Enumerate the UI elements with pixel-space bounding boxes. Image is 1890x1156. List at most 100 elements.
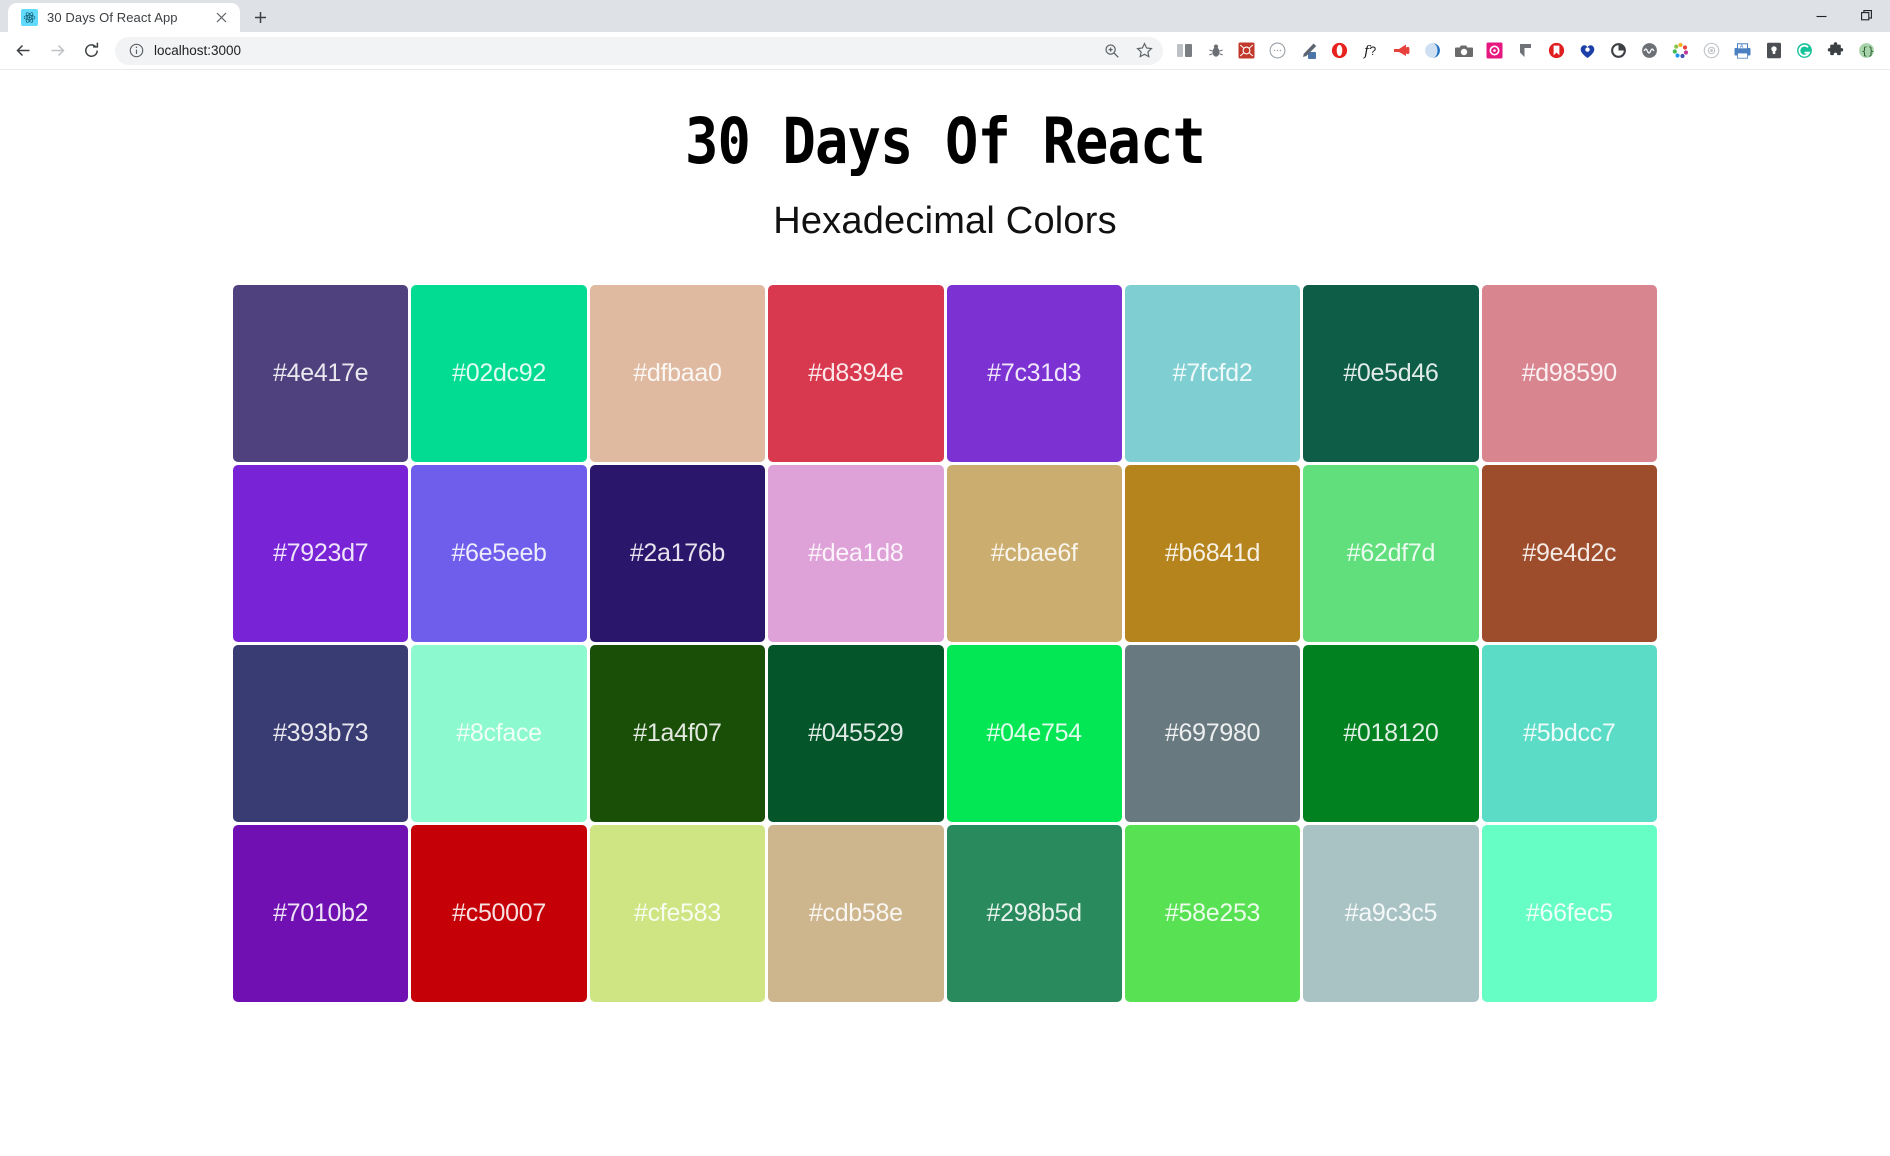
svg-text:{}: {} <box>1861 45 1874 58</box>
color-swatch[interactable]: #62df7d <box>1303 465 1478 642</box>
blue-circle-icon[interactable] <box>1417 35 1448 66</box>
color-hex-label: #8cface <box>456 719 541 748</box>
color-hex-label: #7923d7 <box>273 539 368 568</box>
close-icon[interactable] <box>212 8 231 27</box>
color-swatch[interactable]: #7c31d3 <box>947 285 1122 462</box>
color-swatch[interactable]: #4e417e <box>233 285 408 462</box>
color-swatch[interactable]: #045529 <box>768 645 943 822</box>
zoom-icon[interactable] <box>1103 42 1121 60</box>
reading-list-icon[interactable] <box>1169 35 1200 66</box>
color-picker-icon[interactable] <box>1293 35 1324 66</box>
color-swatch[interactable]: #2a176b <box>590 465 765 642</box>
color-hex-label: #018120 <box>1343 719 1438 748</box>
color-swatch[interactable]: #b6841d <box>1125 465 1300 642</box>
color-swatch[interactable]: #5bdcc7 <box>1482 645 1657 822</box>
color-hex-label: #045529 <box>808 719 903 748</box>
red-bookmark-icon[interactable] <box>1541 35 1572 66</box>
color-swatch[interactable]: #1a4f07 <box>590 645 765 822</box>
react-app-root: 30 Days Of React Hexadecimal Colors #4e4… <box>0 70 1890 1002</box>
megaphone-icon[interactable] <box>1386 35 1417 66</box>
printer-icon[interactable]: A <box>1727 35 1758 66</box>
page-title: 30 Days Of React <box>113 106 1776 178</box>
color-swatch[interactable]: #c50007 <box>411 825 586 1002</box>
color-hex-label: #cdb58e <box>809 899 903 928</box>
color-hex-label: #5bdcc7 <box>1523 719 1615 748</box>
new-tab-button[interactable] <box>244 3 277 32</box>
color-swatch[interactable]: #dfbaa0 <box>590 285 765 462</box>
color-hex-label: #b6841d <box>1165 539 1260 568</box>
target-circle-icon[interactable] <box>1696 35 1727 66</box>
color-hex-label: #66fec5 <box>1526 899 1613 928</box>
color-swatch[interactable]: #697980 <box>1125 645 1300 822</box>
hexadecimal-color-grid: #4e417e #02dc92 #dfbaa0 #d8394e #7c31d3#7fcf… <box>233 285 1657 1002</box>
star-icon[interactable] <box>1135 42 1153 60</box>
color-swatch[interactable]: #04e754 <box>947 645 1122 822</box>
color-swatch[interactable]: #66fec5 <box>1482 825 1657 1002</box>
grammarly-g-icon[interactable] <box>1789 35 1820 66</box>
color-hex-label: #dfbaa0 <box>633 359 721 388</box>
color-swatch[interactable]: #018120 <box>1303 645 1478 822</box>
color-wheel-icon[interactable] <box>1665 35 1696 66</box>
maximize-restore-button[interactable] <box>1844 0 1890 32</box>
color-swatch[interactable]: #cdb58e <box>768 825 943 1002</box>
browser-toolbar: localhost:3000 <box>0 32 1890 70</box>
svg-text:?: ? <box>1370 44 1377 58</box>
forward-button[interactable] <box>40 34 74 68</box>
address-bar[interactable]: localhost:3000 <box>115 37 1163 65</box>
reload-button[interactable] <box>74 34 108 68</box>
color-hex-label: #4e417e <box>273 359 368 388</box>
browser-titlebar: 30 Days Of React App <box>0 0 1890 32</box>
puzzle-piece-icon[interactable] <box>1820 35 1851 66</box>
color-hex-label: #2a176b <box>630 539 725 568</box>
page-viewport: 30 Days Of React Hexadecimal Colors #4e4… <box>0 70 1890 1156</box>
bug-icon[interactable] <box>1200 35 1231 66</box>
circle-dots-icon[interactable] <box>1262 35 1293 66</box>
color-hex-label: #cfe583 <box>634 899 721 928</box>
color-hex-label: #d8394e <box>808 359 903 388</box>
camera-icon[interactable] <box>1448 35 1479 66</box>
color-swatch[interactable]: #d98590 <box>1482 285 1657 462</box>
minimize-button[interactable] <box>1798 0 1844 32</box>
red-spider-icon[interactable] <box>1231 35 1262 66</box>
color-swatch[interactable]: #7fcfd2 <box>1125 285 1300 462</box>
color-hex-label: #a9c3c5 <box>1345 899 1437 928</box>
json-braces-icon[interactable]: {} <box>1851 35 1882 66</box>
browser-tab[interactable]: 30 Days Of React App <box>8 3 240 32</box>
color-hex-label: #697980 <box>1165 719 1260 748</box>
color-swatch[interactable]: #7010b2 <box>233 825 408 1002</box>
color-hex-label: #04e754 <box>987 719 1082 748</box>
color-swatch[interactable]: #298b5d <box>947 825 1122 1002</box>
wave-circle-icon[interactable] <box>1634 35 1665 66</box>
color-swatch[interactable]: #6e5eeb <box>411 465 586 642</box>
color-swatch[interactable]: #58e253 <box>1125 825 1300 1002</box>
color-swatch[interactable]: #d8394e <box>768 285 943 462</box>
url-text[interactable]: localhost:3000 <box>154 43 1095 58</box>
site-information-icon[interactable] <box>127 42 145 60</box>
color-hex-label: #298b5d <box>987 899 1082 928</box>
color-hex-label: #cbae6f <box>991 539 1078 568</box>
tab-title: 30 Days Of React App <box>47 10 203 25</box>
back-button[interactable] <box>6 34 40 68</box>
blue-heart-icon[interactable] <box>1572 35 1603 66</box>
opera-red-icon[interactable] <box>1324 35 1355 66</box>
color-swatch[interactable]: #dea1d8 <box>768 465 943 642</box>
color-swatch[interactable]: #7923d7 <box>233 465 408 642</box>
font-inspector-icon[interactable]: f ? <box>1355 35 1386 66</box>
color-swatch[interactable]: #0e5d46 <box>1303 285 1478 462</box>
color-swatch[interactable]: #393b73 <box>233 645 408 822</box>
extensions-row: f ? <box>1169 35 1882 66</box>
color-hex-label: #1a4f07 <box>633 719 721 748</box>
color-hex-label: #6e5eeb <box>451 539 546 568</box>
color-hex-label: #62df7d <box>1347 539 1435 568</box>
color-swatch[interactable]: #cbae6f <box>947 465 1122 642</box>
color-swatch[interactable]: #a9c3c5 <box>1303 825 1478 1002</box>
pink-gear-icon[interactable] <box>1479 35 1510 66</box>
color-swatch[interactable]: #02dc92 <box>411 285 586 462</box>
color-swatch[interactable]: #9e4d2c <box>1482 465 1657 642</box>
note-bulb-icon[interactable] <box>1758 35 1789 66</box>
grey-arrow-icon[interactable] <box>1510 35 1541 66</box>
color-swatch[interactable]: #8cface <box>411 645 586 822</box>
browser-window: 30 Days Of React App <box>0 0 1890 1156</box>
dark-clock-icon[interactable] <box>1603 35 1634 66</box>
color-swatch[interactable]: #cfe583 <box>590 825 765 1002</box>
